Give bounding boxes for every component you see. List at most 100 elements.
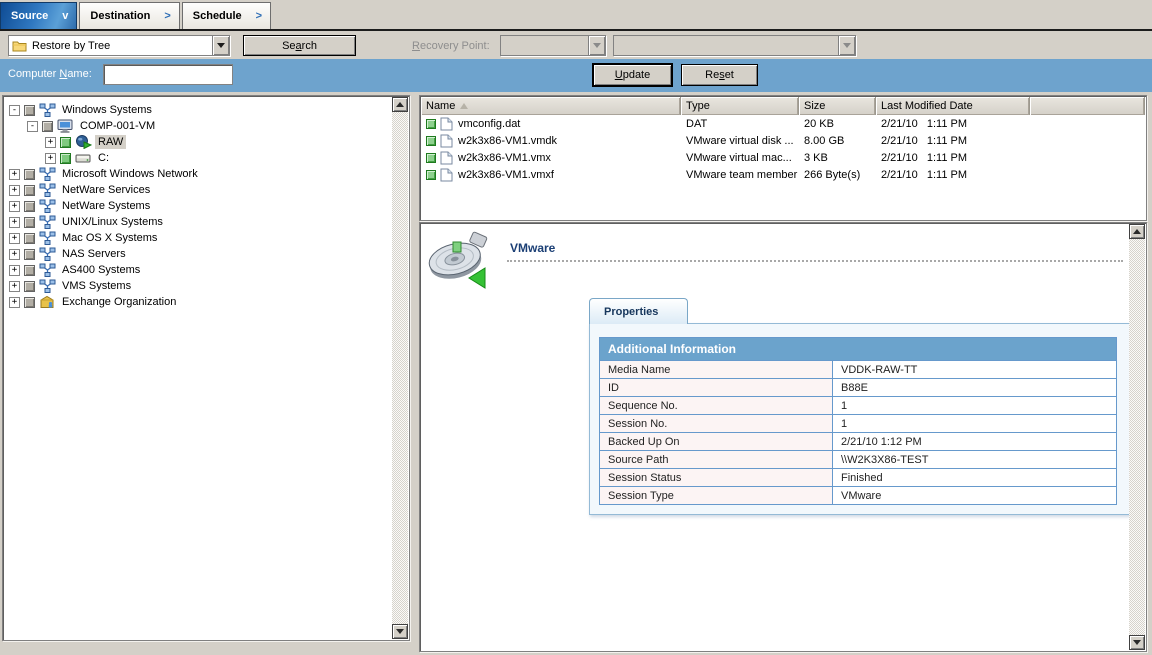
collapse-icon[interactable]: - [9,105,20,116]
property-value: VMware [833,487,1116,504]
chevron-down-icon: v [62,10,68,22]
tab-bar: Source v Destination>Schedule> [0,0,1152,29]
scroll-up-button[interactable] [1129,224,1145,239]
restore-mode-value: Restore by Tree [32,40,110,52]
tab-source[interactable]: Source v [0,2,77,29]
expand-icon[interactable]: + [45,153,56,164]
tree-checkbox[interactable] [24,201,35,212]
tree-checkbox[interactable] [24,249,35,260]
source-tree-pane: -Windows Systems-COMP-001-VM+RAW+C:+Micr… [2,95,410,641]
file-checkbox[interactable] [426,136,436,146]
restore-mode-dropdown-button[interactable] [212,36,229,55]
tree-vertical-scrollbar[interactable] [392,97,408,639]
file-name: w2k3x86-VM1.vmdk [458,135,557,147]
expand-icon[interactable]: + [9,169,20,180]
property-value: VDDK-RAW-TT [833,361,1116,378]
search-button[interactable]: Search [243,35,356,56]
file-name: w2k3x86-VM1.vmx [458,152,551,164]
tree-item[interactable]: +Microsoft Windows Network [4,166,392,182]
recovery-time-dropdown-button [838,36,855,55]
file-row[interactable]: w2k3x86-VM1.vmdkVMware virtual disk ...8… [421,132,1145,149]
column-header-label: Name [426,100,455,112]
expand-icon[interactable]: + [9,217,20,228]
restore-mode-combobox[interactable]: Restore by Tree [8,35,230,56]
file-checkbox[interactable] [426,153,436,163]
expand-icon[interactable]: + [9,265,20,276]
tree-checkbox[interactable] [42,121,53,132]
tree-item[interactable]: + UNIX/Linux Systems [4,214,392,230]
tree-item[interactable]: +Mac OS X Systems [4,230,392,246]
tree-item[interactable]: +C: [4,150,392,166]
tree-checkbox[interactable] [24,105,35,116]
expand-icon[interactable]: + [9,281,20,292]
expand-icon[interactable]: + [9,297,20,308]
property-value: 1 [833,415,1116,432]
dotted-divider [507,260,1123,262]
triangle-up-icon [396,102,404,107]
tab-label: Source [11,10,48,22]
details-title: VMware [510,241,555,255]
computer-name-input[interactable] [103,64,233,85]
tree-checkbox[interactable] [24,265,35,276]
file-list-pane: Name Type Size Last Modified Date vmconfig.… [419,95,1147,221]
file-checkbox[interactable] [426,119,436,129]
column-header-label: Size [804,100,825,112]
expand-icon[interactable]: + [9,201,20,212]
sort-ascending-icon [460,103,468,109]
file-row[interactable]: w2k3x86-VM1.vmxfVMware team member266 By… [421,166,1145,183]
network-icon [39,215,56,229]
file-modified-cell: 2/21/10 1:11 PM [876,149,1030,166]
tree-checkbox[interactable] [24,281,35,292]
column-header-type[interactable]: Type [681,97,799,115]
tree-checkbox[interactable] [24,233,35,244]
drive-icon [75,151,92,165]
expand-icon[interactable]: + [9,249,20,260]
tree-checkbox[interactable] [24,297,35,308]
property-label: Backed Up On [600,433,833,450]
tree-item[interactable]: - COMP-001-VM [4,118,392,134]
tree-item[interactable]: + RAW [4,134,392,150]
file-modified-cell: 2/21/10 1:11 PM [876,132,1030,149]
tab-destination[interactable]: Destination> [79,2,179,29]
tab-properties[interactable]: Properties [589,298,688,324]
property-label: Source Path [600,451,833,468]
column-header-last-modified-date[interactable]: Last Modified Date [876,97,1030,115]
tree-item-label: RAW [95,135,126,149]
scroll-up-button[interactable] [392,97,408,112]
update-button[interactable]: Update [593,64,672,86]
details-inner: VMware Properties Additional Information… [421,224,1129,650]
collapse-icon[interactable]: - [27,121,38,132]
tree-item-label: COMP-001-VM [77,119,158,133]
file-checkbox[interactable] [426,170,436,180]
tree-item[interactable]: +NAS Servers [4,246,392,262]
column-header-size[interactable]: Size [799,97,876,115]
tab-schedule[interactable]: Schedule> [182,2,271,29]
tree-item-label: NetWare Systems [59,199,153,213]
tree-checkbox[interactable] [60,137,71,148]
file-row[interactable]: vmconfig.datDAT20 KB2/21/10 1:11 PM [421,115,1145,132]
restore-manager-window: Source v Destination>Schedule> Restore by … [0,0,1152,655]
expand-icon[interactable]: + [9,185,20,196]
tree-item[interactable]: -Windows Systems [4,102,392,118]
tree-checkbox[interactable] [24,217,35,228]
tree-item[interactable]: + NetWare Systems [4,198,392,214]
tree-item-label: UNIX/Linux Systems [59,215,166,229]
details-vertical-scrollbar[interactable] [1129,224,1145,650]
tree-item[interactable]: +Exchange Organization [4,294,392,310]
expand-icon[interactable]: + [9,233,20,244]
tree-checkbox[interactable] [60,153,71,164]
tree-item[interactable]: +VMS Systems [4,278,392,294]
property-row: Session No.1 [600,414,1116,432]
file-row[interactable]: w2k3x86-VM1.vmxVMware virtual mac...3 KB… [421,149,1145,166]
tree-item[interactable]: +AS400 Systems [4,262,392,278]
expand-icon[interactable]: + [45,137,56,148]
scroll-down-button[interactable] [1129,635,1145,650]
scroll-down-button[interactable] [392,624,408,639]
restore-mode-field: Restore by Tree [9,36,212,55]
tree-checkbox[interactable] [24,185,35,196]
recovery-point-field [501,36,588,55]
column-header-name[interactable]: Name [421,97,681,115]
reset-button[interactable]: Reset [681,64,758,86]
tree-checkbox[interactable] [24,169,35,180]
tree-item[interactable]: +NetWare Services [4,182,392,198]
